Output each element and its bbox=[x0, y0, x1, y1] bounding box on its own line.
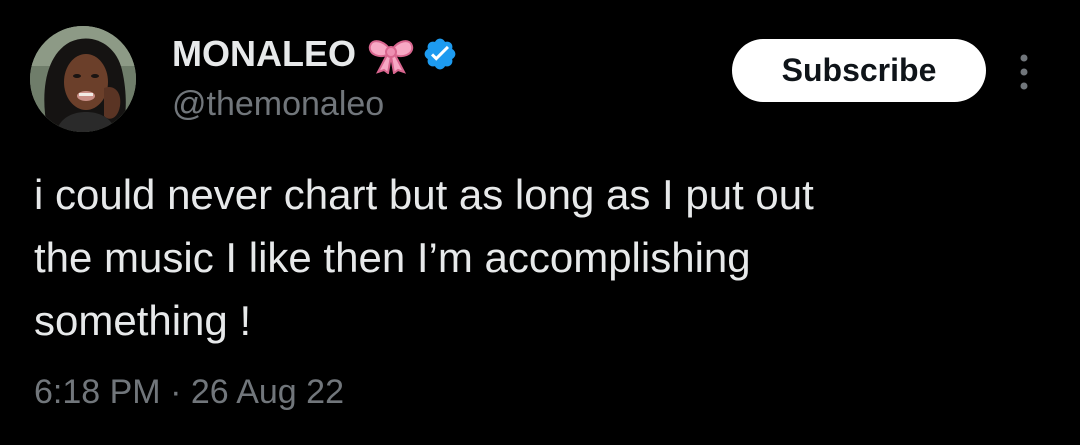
display-name-text: MONALEO bbox=[172, 33, 356, 74]
tweet-timestamp[interactable]: 6:18 PM · 26 Aug 22 bbox=[34, 370, 344, 414]
subscribe-button[interactable]: Subscribe bbox=[732, 39, 986, 102]
pink-bow-icon bbox=[366, 34, 416, 75]
author-handle[interactable]: @themonaleo bbox=[172, 84, 384, 124]
tweet-text: i could never chart but as long as I put… bbox=[34, 171, 814, 344]
avatar[interactable] bbox=[30, 26, 136, 132]
tweet-card: MONALEO @themonaleo Subscribe i could ne… bbox=[0, 0, 1080, 445]
avatar-image bbox=[30, 26, 136, 132]
verified-badge-icon bbox=[422, 36, 458, 72]
more-vertical-icon[interactable] bbox=[1012, 50, 1036, 94]
author-display-name[interactable]: MONALEO bbox=[172, 33, 458, 75]
